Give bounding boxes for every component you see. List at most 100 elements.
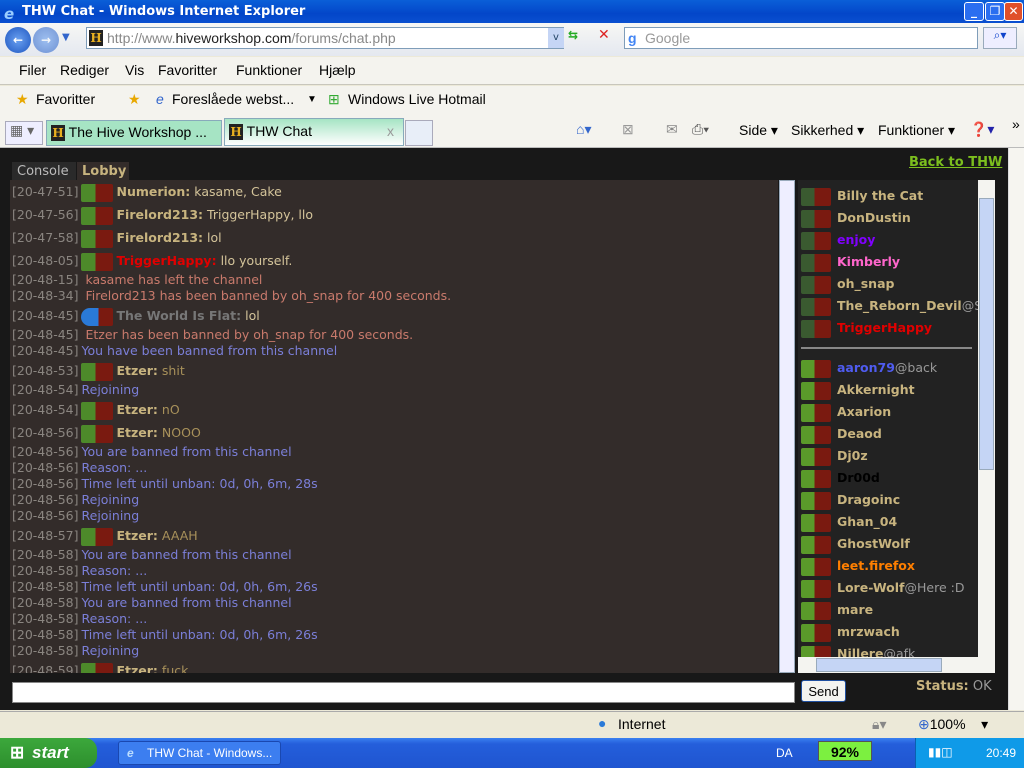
home-icon[interactable]: ⌂▾ bbox=[576, 121, 591, 138]
system-tray: ▮▮◫ 20:49 bbox=[915, 738, 1024, 768]
print-icon[interactable]: ⎙▾ bbox=[692, 121, 709, 138]
user-list-item[interactable]: Lore-Wolf@Here :D bbox=[798, 577, 978, 599]
message-author[interactable]: Etzer: bbox=[117, 528, 158, 543]
search-button[interactable]: ⌕▾ bbox=[983, 27, 1017, 49]
user-list-item[interactable]: Akkernight bbox=[798, 379, 978, 401]
close-button[interactable]: ✕ bbox=[1004, 2, 1023, 21]
url-input[interactable]: Hhttp://www.hiveworkshop.com/forums/chat… bbox=[86, 27, 564, 49]
mail-icon[interactable]: ✉ bbox=[666, 121, 678, 138]
user-name: aaron79 bbox=[837, 360, 895, 375]
feeds-icon[interactable]: ⊠ bbox=[622, 121, 634, 138]
tab-console[interactable]: Console bbox=[12, 162, 76, 181]
menu-filer[interactable]: Filer bbox=[19, 62, 46, 78]
scroll-thumb[interactable] bbox=[816, 658, 942, 672]
menu-funktioner[interactable]: Funktioner bbox=[236, 62, 302, 78]
send-button[interactable]: Send bbox=[801, 680, 846, 702]
menu-side[interactable]: Side ▾ bbox=[739, 122, 778, 139]
back-button[interactable]: ← bbox=[5, 27, 31, 53]
menu-favoritter[interactable]: Favoritter bbox=[158, 62, 217, 78]
message-author[interactable]: Etzer: bbox=[117, 363, 158, 378]
message-author[interactable]: TriggerHappy: bbox=[117, 253, 217, 268]
close-tab-icon[interactable]: x bbox=[387, 123, 394, 139]
url-dropdown-icon[interactable]: v bbox=[548, 28, 564, 48]
user-list-item[interactable]: The_Reborn_Devil@S bbox=[798, 295, 978, 317]
user-list-item[interactable]: aaron79@back bbox=[798, 357, 978, 379]
user-list-item[interactable]: TriggerHappy bbox=[798, 317, 978, 339]
zoom-control[interactable]: ⊕100% ▾ bbox=[918, 716, 988, 733]
chat-log-scrollbar[interactable] bbox=[779, 180, 795, 673]
hotmail-link[interactable]: Windows Live Hotmail bbox=[348, 91, 486, 107]
menu-rediger[interactable]: Rediger bbox=[60, 62, 109, 78]
favorites-button[interactable]: Favoritter bbox=[36, 91, 95, 107]
message-author[interactable]: Numerion: bbox=[117, 184, 191, 199]
user-avatar-icon bbox=[801, 447, 831, 466]
new-tab-button[interactable] bbox=[405, 120, 433, 146]
user-list-item[interactable]: Ghan_04 bbox=[798, 511, 978, 533]
user-list-vscrollbar[interactable] bbox=[978, 180, 995, 657]
refresh-icon[interactable]: ⇆ bbox=[568, 28, 578, 42]
suggested-sites-link[interactable]: Foreslåede webst... bbox=[172, 91, 294, 107]
chat-message: [20-48-56] Rejoining bbox=[12, 508, 778, 524]
back-to-thw-link[interactable]: Back to THW bbox=[909, 155, 1002, 170]
message-author[interactable]: Firelord213: bbox=[117, 230, 204, 245]
user-list-item[interactable]: leet.firefox bbox=[798, 555, 978, 577]
stop-icon[interactable]: ✕ bbox=[598, 27, 610, 43]
user-list-item[interactable]: Axarion bbox=[798, 401, 978, 423]
timestamp: [20-48-58] bbox=[12, 563, 79, 578]
user-list-item[interactable]: DonDustin bbox=[798, 207, 978, 229]
dropdown-icon[interactable]: ▼ bbox=[307, 94, 317, 105]
minimize-button[interactable]: _ bbox=[964, 2, 984, 21]
user-list-item[interactable]: GhostWolf bbox=[798, 533, 978, 555]
user-list-item[interactable]: Kimberly bbox=[798, 251, 978, 273]
language-indicator[interactable]: DA bbox=[776, 746, 793, 760]
tab-thw-chat[interactable]: H THW Chat x bbox=[224, 118, 404, 146]
message-author[interactable]: Etzer: bbox=[117, 663, 158, 673]
user-list-item[interactable]: oh_snap bbox=[798, 273, 978, 295]
menu-hjaelp[interactable]: Hjælp bbox=[319, 62, 356, 78]
timestamp: [20-48-58] bbox=[12, 643, 79, 658]
protected-mode-icon[interactable]: 🔒︎▾ bbox=[872, 716, 886, 733]
user-list-item[interactable]: Deaod bbox=[798, 423, 978, 445]
user-list-hscrollbar[interactable] bbox=[798, 657, 995, 673]
user-list-item[interactable]: enjoy bbox=[798, 229, 978, 251]
timestamp: [20-48-57] bbox=[12, 528, 79, 543]
start-button[interactable]: ⊞ start bbox=[0, 738, 97, 768]
maximize-button[interactable]: ❐ bbox=[985, 2, 1005, 21]
timestamp: [20-48-58] bbox=[12, 579, 79, 594]
user-list-item[interactable]: Dragoinc bbox=[798, 489, 978, 511]
user-name: Ghan_04 bbox=[837, 514, 898, 529]
system-message: Reason: ... bbox=[81, 460, 148, 475]
message-author[interactable]: Etzer: bbox=[117, 402, 158, 417]
chat-message: [20-48-58] You are banned from this chann… bbox=[12, 547, 778, 563]
menu-funktioner-cmd[interactable]: Funktioner ▾ bbox=[878, 122, 955, 139]
scroll-thumb[interactable] bbox=[979, 198, 994, 470]
search-input[interactable]: g Google bbox=[624, 27, 978, 49]
more-icon[interactable]: » bbox=[1012, 116, 1020, 132]
user-list-item[interactable]: Dj0z bbox=[798, 445, 978, 467]
menu-sikkerhed[interactable]: Sikkerhed ▾ bbox=[791, 122, 864, 139]
message-text: lol bbox=[245, 308, 260, 323]
history-dropdown-icon[interactable]: ▼ bbox=[62, 32, 70, 43]
message-text: nO bbox=[161, 402, 180, 417]
quick-tabs-button[interactable]: ▦ ▾ bbox=[5, 121, 43, 145]
menu-vis[interactable]: Vis bbox=[125, 62, 144, 78]
taskbar-item-ie[interactable]: e THW Chat - Windows... bbox=[118, 741, 281, 765]
add-favorite-icon[interactable]: ★ bbox=[128, 91, 141, 108]
user-avatar-icon bbox=[80, 252, 113, 271]
user-list-item[interactable]: Nillere@afk bbox=[798, 643, 978, 657]
user-list-item[interactable]: mare bbox=[798, 599, 978, 621]
message-author[interactable]: The World Is Flat: bbox=[117, 308, 242, 323]
tray-icons[interactable]: ▮▮◫ bbox=[928, 745, 953, 759]
user-list-item[interactable]: Dr00d bbox=[798, 467, 978, 489]
tab-lobby[interactable]: Lobby bbox=[77, 162, 129, 181]
user-name: Billy the Cat bbox=[837, 188, 924, 203]
tab-hive-workshop[interactable]: H The Hive Workshop ... bbox=[46, 120, 222, 146]
help-icon[interactable]: ❓▾ bbox=[970, 121, 994, 138]
page-scrollbar[interactable] bbox=[1008, 148, 1024, 710]
user-list-item[interactable]: Billy the Cat bbox=[798, 185, 978, 207]
user-list-item[interactable]: mrzwach bbox=[798, 621, 978, 643]
forward-button[interactable]: → bbox=[33, 27, 59, 53]
message-author[interactable]: Firelord213: bbox=[117, 207, 204, 222]
message-author[interactable]: Etzer: bbox=[117, 425, 158, 440]
chat-message-input[interactable] bbox=[12, 682, 795, 703]
